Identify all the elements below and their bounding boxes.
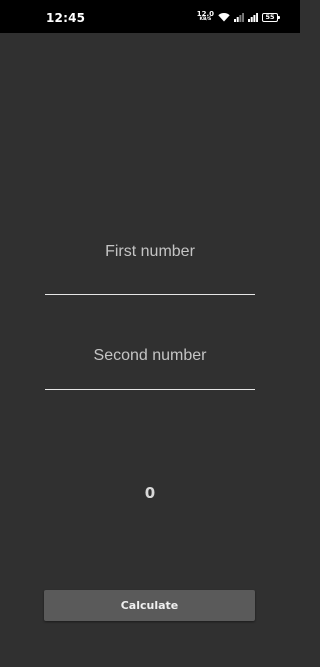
status-bar: 12:45 12.0 KB/S 55 <box>0 0 300 33</box>
battery-icon: 55 <box>262 12 280 22</box>
signal-icon <box>248 12 258 22</box>
network-speed-unit: KB/S <box>199 17 212 22</box>
status-time: 12:45 <box>46 11 86 25</box>
second-number-field[interactable] <box>45 343 255 390</box>
calculate-button[interactable]: Calculate <box>44 590 255 621</box>
result-value: 0 <box>144 484 156 502</box>
status-icons: 12.0 KB/S 55 <box>197 10 280 24</box>
first-number-field[interactable] <box>45 239 255 295</box>
wifi-icon <box>218 12 230 22</box>
network-speed: 12.0 KB/S <box>197 11 214 23</box>
second-number-input[interactable] <box>45 343 255 369</box>
battery-level: 55 <box>265 13 275 21</box>
first-number-input[interactable] <box>45 239 255 265</box>
signal-icon <box>234 12 244 22</box>
